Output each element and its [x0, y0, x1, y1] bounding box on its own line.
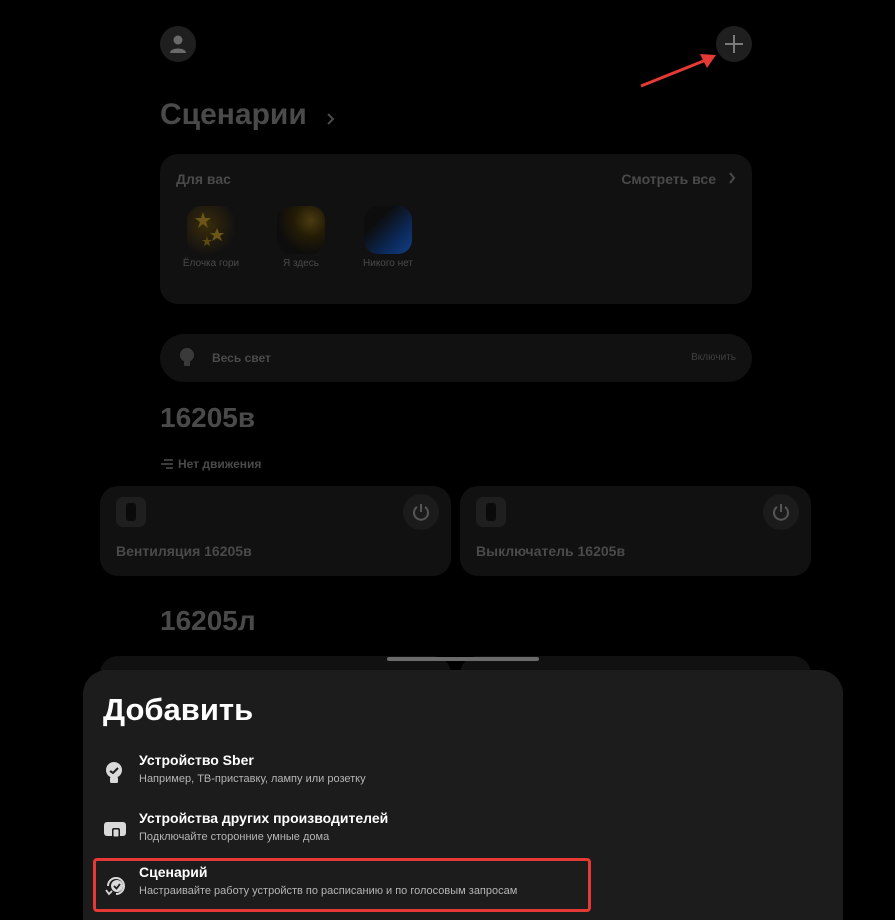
scenario-icon [105, 877, 125, 896]
device-card[interactable]: Вентиляция 16205в [100, 486, 451, 576]
add-sber-device-option[interactable]: Устройство Sber Например, ТВ-приставку, … [93, 746, 591, 796]
scenario-name: Никого нет [363, 258, 413, 269]
sheet-title: Добавить [103, 692, 254, 727]
scenario-name: Я здесь [283, 258, 319, 269]
star-icon [195, 212, 224, 246]
room-title: 16205в [160, 402, 256, 433]
power-icon [413, 504, 429, 521]
add-sheet: Добавить Устройство Sber Например, ТВ-пр… [83, 670, 843, 920]
for-you-label: Для вас [176, 171, 231, 187]
chevron-right-icon [729, 172, 736, 184]
motion-status-text: Нет движения [178, 457, 262, 471]
all-lights-row[interactable]: Весь свет Включить [160, 334, 752, 382]
profile-button[interactable] [160, 26, 196, 62]
scenario-name: Ёлочка гори [182, 258, 240, 269]
all-lights-action[interactable]: Включить [691, 352, 736, 363]
chevron-right-icon [327, 113, 335, 125]
option-subtitle: Настраивайте работу устройств по расписа… [139, 885, 518, 897]
motion-status: Нет движения [160, 457, 261, 471]
option-subtitle: Подключайте сторонние умные дома [139, 831, 330, 843]
scenario-thumbnail [364, 206, 412, 254]
lightbulb-icon [180, 348, 194, 366]
switch-icon [116, 497, 146, 527]
add-button[interactable] [716, 26, 752, 62]
device-name: Вентиляция 16205в [116, 543, 252, 559]
all-lights-label: Весь свет [212, 351, 271, 365]
option-title: Устройства других производителей [139, 810, 389, 826]
option-title: Устройство Sber [139, 752, 254, 768]
scenario-card[interactable]: Ёлочка гори [171, 206, 251, 270]
power-button[interactable] [403, 494, 439, 530]
for-you-card: Для вас Смотреть все Ёлочка гори Я здесь… [160, 154, 752, 304]
option-subtitle: Например, ТВ-приставку, лампу или розетк… [139, 773, 366, 785]
scenario-card[interactable]: Никого нет [348, 206, 428, 270]
scenario-thumbnail [187, 206, 235, 254]
power-button[interactable] [763, 494, 799, 530]
device-card[interactable]: Выключатель 16205в [460, 486, 811, 576]
switch-icon [476, 497, 506, 527]
motion-sensor-icon [161, 459, 173, 469]
scenario-thumbnail [277, 206, 325, 254]
add-scenario-option[interactable]: Сценарий Настраивайте работу устройств п… [93, 858, 591, 912]
scenarios-title[interactable]: Сценарии [160, 98, 307, 132]
devices-icon [104, 822, 126, 838]
plus-icon [725, 35, 743, 53]
annotation-arrow [640, 54, 716, 88]
add-third-party-devices-option[interactable]: Устройства других производителей Подключ… [93, 804, 591, 854]
see-all-link[interactable]: Смотреть все [621, 171, 716, 187]
lightbulb-icon [106, 762, 122, 783]
power-icon [773, 504, 789, 521]
device-name: Выключатель 16205в [476, 543, 626, 559]
room-title: 16205л [160, 605, 256, 636]
scenario-card[interactable]: Я здесь [261, 206, 341, 270]
user-icon [170, 35, 186, 53]
sheet-grabber[interactable] [387, 657, 539, 661]
option-title: Сценарий [139, 864, 208, 880]
